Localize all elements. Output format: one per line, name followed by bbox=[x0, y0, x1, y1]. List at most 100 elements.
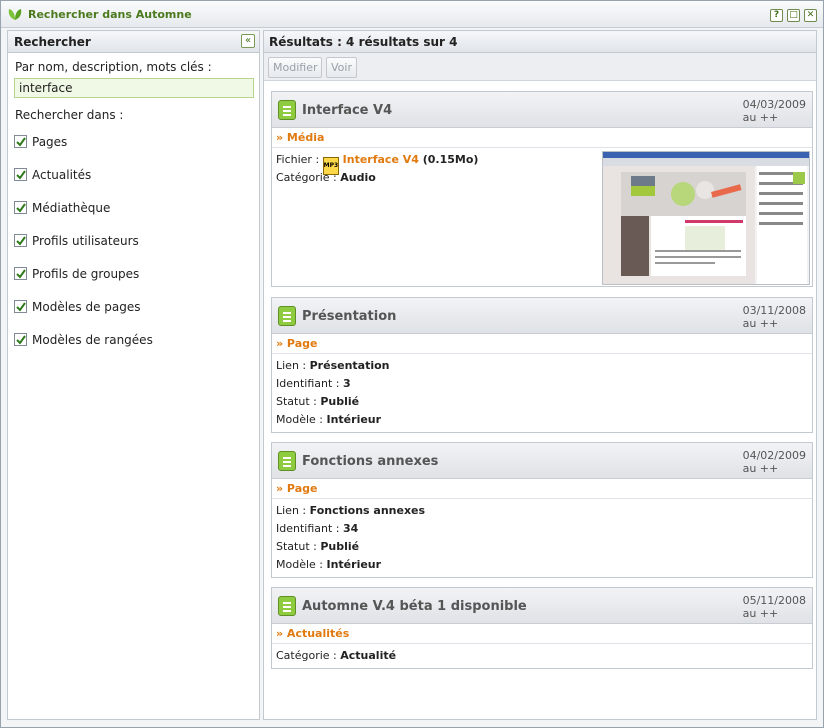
checkbox-label: Profils de groupes bbox=[32, 267, 140, 281]
result-date-start: 05/11/2008 bbox=[742, 594, 806, 607]
document-icon bbox=[278, 451, 296, 471]
row-label: Statut : bbox=[276, 395, 321, 408]
result-date-start: 04/02/2009 bbox=[742, 449, 806, 462]
row-value: Intérieur bbox=[326, 413, 382, 426]
result-type: » Actualités bbox=[272, 624, 812, 644]
category-row: Catégorie : Actualité bbox=[276, 647, 808, 665]
result-type: » Page bbox=[272, 479, 812, 499]
row-value: 34 bbox=[343, 522, 359, 535]
search-input[interactable] bbox=[14, 78, 254, 98]
collapse-panel-icon[interactable]: « bbox=[241, 34, 255, 48]
row-value: 3 bbox=[343, 377, 351, 390]
result-title: Présentation bbox=[302, 309, 397, 324]
modify-button[interactable]: Modifier bbox=[268, 57, 323, 78]
category-value: Audio bbox=[340, 171, 376, 184]
result-body: Lien : Présentation Identifiant : 3 Stat… bbox=[272, 354, 812, 432]
template-row: Modèle : Intérieur bbox=[276, 556, 808, 574]
checkbox-label: Modèles de rangées bbox=[32, 333, 153, 347]
result-date-start: 03/11/2008 bbox=[742, 304, 806, 317]
row-label: Statut : bbox=[276, 540, 321, 553]
row-label: Catégorie : bbox=[276, 649, 341, 662]
row-value: Intérieur bbox=[326, 558, 382, 571]
link-row: Lien : Présentation bbox=[276, 357, 808, 375]
row-label: Lien : bbox=[276, 359, 310, 372]
result-card-header: Interface V4 04/03/2009 au ++ bbox=[272, 92, 812, 128]
result-card[interactable]: Présentation 03/11/2008 au ++ » Page Lie… bbox=[271, 297, 813, 433]
title-bar[interactable]: Rechercher dans Automne ? □ ✕ bbox=[1, 1, 823, 28]
checkbox-checked-icon[interactable] bbox=[14, 201, 27, 214]
category-label: Catégorie : bbox=[276, 171, 341, 184]
result-card[interactable]: Interface V4 04/03/2009 au ++ » Média Fi… bbox=[271, 91, 813, 287]
result-title: Fonctions annexes bbox=[302, 454, 439, 469]
maximize-icon[interactable]: □ bbox=[787, 9, 800, 22]
row-value: Publié bbox=[320, 395, 360, 408]
result-type: » Média bbox=[272, 128, 812, 148]
checkbox-label: Actualités bbox=[32, 168, 92, 182]
result-date-end: au ++ bbox=[742, 317, 779, 330]
result-date-end: au ++ bbox=[742, 607, 779, 620]
id-row: Identifiant : 34 bbox=[276, 520, 808, 538]
result-type: » Page bbox=[272, 334, 812, 354]
results-toolbar: Modifier Voir bbox=[264, 53, 816, 81]
result-body: Fichier : MP3 Interface V4 (0.15Mo) Catég… bbox=[272, 148, 812, 285]
result-card-header: Fonctions annexes 04/02/2009 au ++ bbox=[272, 443, 812, 479]
results-header: Résultats : 4 résultats sur 4 bbox=[264, 31, 816, 53]
close-icon[interactable]: ✕ bbox=[804, 9, 817, 22]
media-thumbnail[interactable] bbox=[602, 151, 810, 285]
template-row: Modèle : Intérieur bbox=[276, 411, 808, 429]
result-body: Catégorie : Actualité bbox=[272, 644, 812, 668]
row-label: Lien : bbox=[276, 504, 310, 517]
result-date-end: au ++ bbox=[742, 111, 779, 124]
result-card[interactable]: Fonctions annexes 04/02/2009 au ++ » Pag… bbox=[271, 442, 813, 578]
result-date: 04/02/2009 au ++ bbox=[743, 449, 806, 475]
checkbox-checked-icon[interactable] bbox=[14, 135, 27, 148]
document-icon bbox=[278, 306, 296, 326]
row-label: Modèle : bbox=[276, 413, 327, 426]
row-value: Actualité bbox=[340, 649, 397, 662]
checkbox-checked-icon[interactable] bbox=[14, 267, 27, 280]
result-date: 04/03/2009 au ++ bbox=[743, 98, 806, 124]
row-label: Identifiant : bbox=[276, 522, 343, 535]
status-row: Statut : Publié bbox=[276, 538, 808, 556]
row-label: Identifiant : bbox=[276, 377, 343, 390]
results-panel: Résultats : 4 résultats sur 4 Modifier V… bbox=[263, 30, 817, 720]
automne-leaf-icon bbox=[8, 9, 22, 20]
file-size: (0.15Mo) bbox=[418, 153, 479, 166]
row-value: Publié bbox=[320, 540, 360, 553]
checkbox-label: Pages bbox=[32, 135, 68, 149]
checkbox-checked-icon[interactable] bbox=[14, 168, 27, 181]
search-field-label: Par nom, description, mots clés : bbox=[15, 60, 212, 74]
result-body: Lien : Fonctions annexes Identifiant : 3… bbox=[272, 499, 812, 577]
file-link[interactable]: Interface V4 bbox=[343, 153, 419, 166]
view-button[interactable]: Voir bbox=[326, 57, 357, 78]
window-title: Rechercher dans Automne bbox=[28, 8, 192, 21]
search-in-label: Rechercher dans : bbox=[15, 108, 124, 122]
search-panel-header: Rechercher « bbox=[8, 31, 259, 53]
search-panel-title: Rechercher bbox=[14, 35, 91, 49]
result-card[interactable]: Automne V.4 béta 1 disponible 05/11/2008… bbox=[271, 587, 813, 669]
id-row: Identifiant : 3 bbox=[276, 375, 808, 393]
search-panel: Rechercher « Par nom, description, mots … bbox=[7, 30, 260, 720]
checkbox-checked-icon[interactable] bbox=[14, 333, 27, 346]
website-screenshot-image bbox=[603, 152, 809, 284]
checkbox-checked-icon[interactable] bbox=[14, 234, 27, 247]
document-icon bbox=[278, 596, 296, 616]
checkbox-label: Modèles de pages bbox=[32, 300, 141, 314]
row-value: Fonctions annexes bbox=[309, 504, 426, 517]
result-card-header: Automne V.4 béta 1 disponible 05/11/2008… bbox=[272, 588, 812, 624]
search-window: Rechercher dans Automne ? □ ✕ Rechercher… bbox=[0, 0, 824, 728]
result-date: 03/11/2008 au ++ bbox=[743, 304, 806, 330]
checkbox-label: Profils utilisateurs bbox=[32, 234, 139, 248]
result-title: Interface V4 bbox=[302, 103, 393, 118]
status-row: Statut : Publié bbox=[276, 393, 808, 411]
result-date: 05/11/2008 au ++ bbox=[743, 594, 806, 620]
row-label: Modèle : bbox=[276, 558, 327, 571]
checkbox-checked-icon[interactable] bbox=[14, 300, 27, 313]
file-label: Fichier : bbox=[276, 153, 323, 166]
result-date-start: 04/03/2009 bbox=[742, 98, 806, 111]
result-card-header: Présentation 03/11/2008 au ++ bbox=[272, 298, 812, 334]
help-icon[interactable]: ? bbox=[770, 9, 783, 22]
checkbox-label: Médiathèque bbox=[32, 201, 111, 215]
document-icon bbox=[278, 100, 296, 120]
result-date-end: au ++ bbox=[742, 462, 779, 475]
